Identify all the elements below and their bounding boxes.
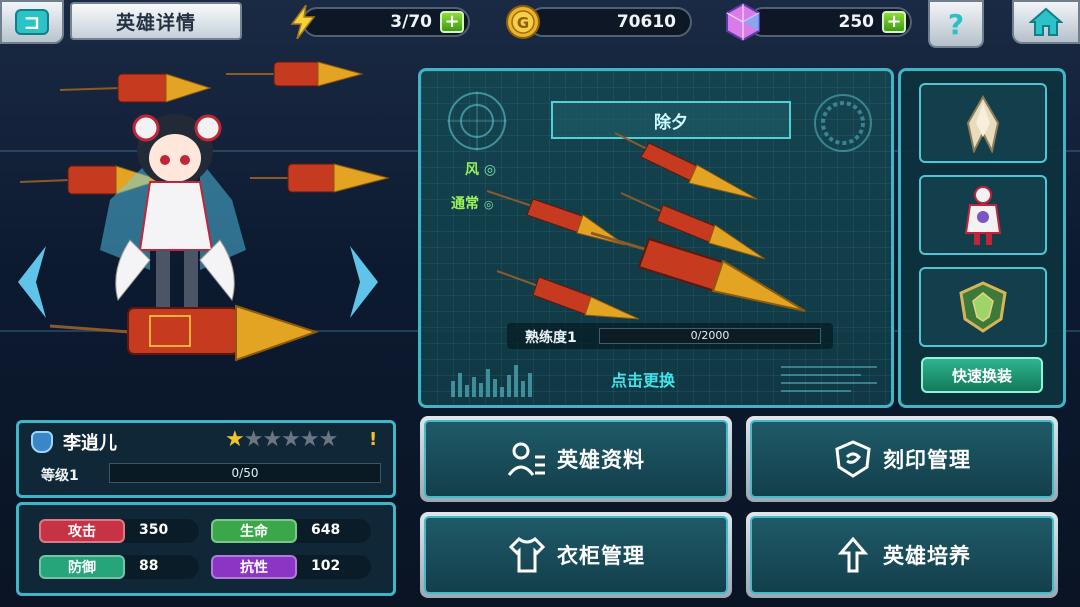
gem-counter: 250 + [748, 7, 912, 37]
defense-label: 防御 [39, 555, 125, 579]
crystal-icon [724, 3, 762, 41]
previous-hero-arrow-icon[interactable] [12, 242, 52, 322]
gold-coin-icon: G [504, 3, 542, 41]
hero-class-icon [31, 431, 53, 453]
gold-value: 70610 [616, 12, 676, 32]
wing-accessory-icon [966, 94, 1000, 153]
level-label: 等级1 [41, 468, 79, 484]
emblem-icon [959, 281, 1007, 333]
hp-label: 生命 [211, 519, 297, 543]
stat-resist: 抗性 102 [211, 555, 371, 579]
star-rating: ★★★★★★ [225, 427, 339, 452]
top-bar: ⊐ 英雄详情 3/70 + 70610 G 250 + ? [0, 0, 1080, 50]
seal-manage-button[interactable]: 刻印管理 [746, 416, 1058, 502]
hero-info-label: 英雄资料 [557, 448, 645, 472]
proficiency-bar: 0/2000 [599, 328, 821, 344]
attack-value: 350 [139, 522, 169, 538]
hero-character-art [19, 61, 390, 362]
hero-info-button[interactable]: 英雄资料 [420, 416, 732, 502]
change-weapon-link[interactable]: 点击更换 [611, 367, 675, 391]
help-button[interactable]: ? [928, 0, 984, 48]
equalizer-decoration [451, 365, 532, 397]
rocket-weapon-icon [59, 73, 212, 103]
lightning-icon [284, 3, 322, 41]
warning-icon[interactable]: ! [369, 429, 377, 450]
stamina-value: 3/70 [390, 12, 432, 32]
stat-defense: 防御 88 [39, 555, 199, 579]
stat-attack: 攻击 350 [39, 519, 199, 543]
level-up-icon [837, 536, 869, 573]
defense-value: 88 [139, 558, 159, 574]
shield-swirl-icon [835, 440, 871, 478]
add-stamina-button[interactable]: + [440, 11, 464, 33]
weapon-panel[interactable]: 除夕 风 ◎ 通常 ◎ 熟练度1 0/2000 点击更换 [418, 68, 894, 408]
home-icon [1029, 7, 1063, 36]
svg-text:G: G [517, 14, 529, 32]
wardrobe-button[interactable]: 衣柜管理 [420, 512, 732, 598]
star-icon-empty: ★★★★★ [243, 427, 339, 452]
stamina-counter: 3/70 + [302, 7, 470, 37]
attack-label: 攻击 [39, 519, 125, 543]
equipment-slot-emblem[interactable] [919, 267, 1047, 347]
gold-counter: 70610 [528, 7, 692, 37]
gem-value: 250 [838, 12, 875, 32]
wardrobe-label: 衣柜管理 [557, 544, 645, 568]
stat-hp: 生命 648 [211, 519, 371, 543]
proficiency-row: 熟练度1 0/2000 [507, 323, 833, 349]
hero-train-label: 英雄培养 [883, 544, 971, 568]
back-button[interactable]: ⊐ [0, 0, 64, 44]
back-arrow-icon: ⊐ [15, 9, 49, 35]
add-gem-button[interactable]: + [882, 11, 906, 33]
experience-bar: 0/50 [109, 463, 381, 483]
hero-info-panel: 李逍儿 ★★★★★★ ! 等级1 0/50 [16, 420, 396, 498]
resist-label: 抗性 [211, 555, 297, 579]
hp-value: 648 [311, 522, 341, 538]
lines-decoration [781, 366, 877, 392]
hero-stats-panel: 攻击 350 生命 648 防御 88 抗性 102 [16, 502, 396, 596]
page-title: 英雄详情 [70, 2, 242, 40]
weapon-rockets-art [486, 132, 806, 320]
equipment-side-panel: 快速换装 [898, 68, 1066, 408]
next-hero-arrow-icon[interactable] [344, 242, 384, 322]
experience-value: 0/50 [231, 466, 259, 480]
equipment-slot-accessory[interactable] [919, 83, 1047, 163]
proficiency-label: 熟练度1 [525, 330, 577, 346]
help-icon: ? [947, 7, 965, 41]
costume-icon [964, 186, 1002, 245]
proficiency-value: 0/2000 [690, 329, 730, 342]
hero-portrait-area [0, 50, 420, 420]
star-icon-filled: ★ [225, 427, 245, 452]
person-card-icon [507, 442, 545, 476]
hero-name: 李逍儿 [63, 433, 117, 454]
resist-value: 102 [311, 558, 341, 574]
equipment-slot-costume[interactable] [919, 175, 1047, 255]
shirt-icon [508, 537, 546, 573]
home-button[interactable] [1012, 0, 1080, 44]
hero-train-button[interactable]: 英雄培养 [746, 512, 1058, 598]
seal-manage-label: 刻印管理 [883, 448, 971, 472]
quick-equip-button[interactable]: 快速换装 [921, 357, 1043, 393]
